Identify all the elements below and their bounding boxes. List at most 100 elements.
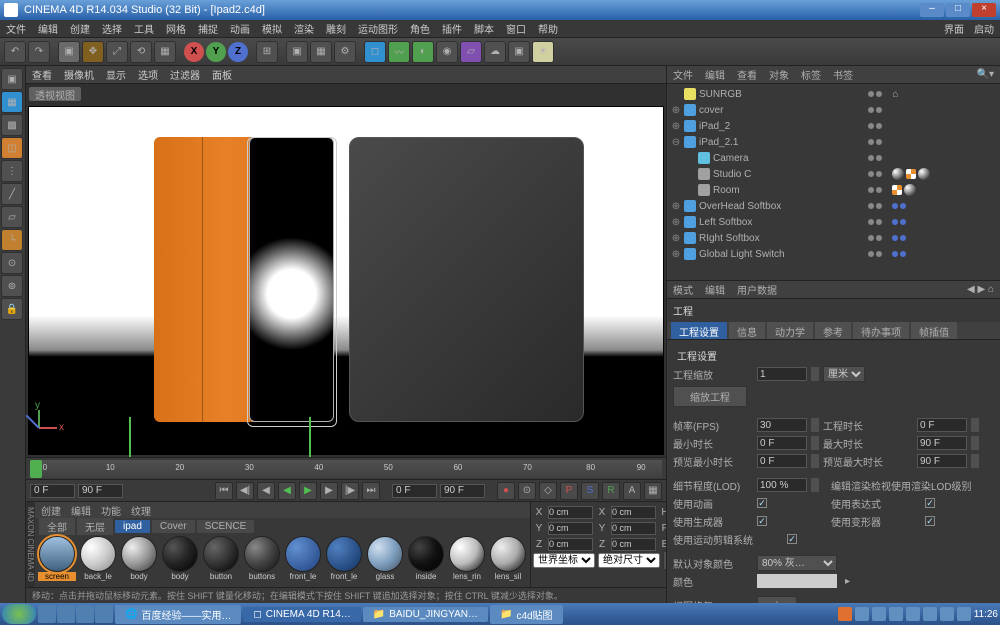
render-dot[interactable] bbox=[876, 91, 882, 97]
am-user[interactable]: 用户数据 bbox=[737, 282, 777, 297]
om-tab-tags[interactable]: 标签 bbox=[801, 67, 821, 82]
vp-filter[interactable]: 过滤器 bbox=[170, 67, 200, 82]
render-pv-button[interactable]: ▦ bbox=[310, 41, 332, 63]
lod-input[interactable] bbox=[757, 478, 807, 492]
use-def-check[interactable]: ✓ bbox=[925, 516, 935, 526]
tray-icon[interactable] bbox=[957, 607, 971, 621]
am-edit[interactable]: 编辑 bbox=[705, 282, 725, 297]
prev-frame-button[interactable]: ◀ bbox=[257, 482, 275, 500]
object-row[interactable]: Camera bbox=[671, 150, 862, 166]
render-dot[interactable] bbox=[876, 123, 882, 129]
minimize-button[interactable]: – bbox=[920, 3, 944, 17]
material-item[interactable]: screen bbox=[37, 536, 77, 585]
axis-x-toggle[interactable]: X bbox=[184, 42, 204, 62]
mat-menu-create[interactable]: 创建 bbox=[41, 503, 61, 518]
menu-select[interactable]: 选择 bbox=[102, 21, 122, 36]
environment-button[interactable]: ☁ bbox=[484, 41, 506, 63]
visibility-dot[interactable] bbox=[868, 139, 874, 145]
ql-3[interactable] bbox=[76, 605, 94, 623]
coord-y[interactable] bbox=[548, 522, 593, 535]
menu-file[interactable]: 文件 bbox=[6, 21, 26, 36]
tray-clock[interactable]: 11:26 bbox=[974, 609, 998, 620]
make-editable-button[interactable]: ▣ bbox=[1, 68, 23, 90]
object-flags[interactable] bbox=[868, 166, 998, 182]
mat-menu-edit[interactable]: 编辑 bbox=[71, 503, 91, 518]
expand-icon[interactable]: ⊕ bbox=[671, 233, 681, 244]
texture-mode-button[interactable]: ▩ bbox=[1, 114, 23, 136]
color-swatch[interactable] bbox=[757, 574, 837, 588]
lock-button[interactable]: 🔒 bbox=[1, 298, 23, 320]
object-flags[interactable] bbox=[868, 214, 998, 230]
redo-button[interactable]: ↷ bbox=[28, 41, 50, 63]
recent-tool[interactable]: ▦ bbox=[154, 41, 176, 63]
point-mode-button[interactable]: ⋮ bbox=[1, 160, 23, 182]
camera-button[interactable]: ▣ bbox=[508, 41, 530, 63]
key-scale-button[interactable]: S bbox=[581, 482, 599, 500]
om-tab-file[interactable]: 文件 bbox=[673, 67, 693, 82]
vp-display[interactable]: 显示 bbox=[106, 67, 126, 82]
primitive-cube-button[interactable]: ◻ bbox=[364, 41, 386, 63]
visibility-dot[interactable] bbox=[868, 107, 874, 113]
material-item[interactable]: buttons bbox=[242, 536, 282, 585]
project-scale-unit[interactable]: 厘米 bbox=[823, 366, 865, 382]
menu-script[interactable]: 脚本 bbox=[474, 21, 494, 36]
material-item[interactable]: lens_sil bbox=[488, 536, 528, 585]
object-flags[interactable] bbox=[868, 198, 998, 214]
next-frame-button[interactable]: ▶ bbox=[320, 482, 338, 500]
visibility-dot[interactable] bbox=[868, 235, 874, 241]
render-dot[interactable] bbox=[876, 251, 882, 257]
task-c4d[interactable]: ◻CINEMA 4D R14… bbox=[243, 607, 360, 622]
start-button[interactable] bbox=[2, 604, 36, 624]
expand-icon[interactable]: ⊕ bbox=[671, 249, 681, 260]
key-rot-button[interactable]: R bbox=[602, 482, 620, 500]
close-button[interactable]: × bbox=[972, 3, 996, 17]
layer-scence[interactable]: SCENCE bbox=[197, 520, 255, 533]
frame-start-input[interactable] bbox=[30, 484, 75, 498]
attr-tab-interp[interactable]: 帧插值 bbox=[911, 322, 957, 339]
object-row[interactable]: ⊕OverHead Softbox bbox=[671, 198, 862, 214]
attr-tab-info[interactable]: 信息 bbox=[729, 322, 765, 339]
rotate-tool[interactable]: ⟲ bbox=[130, 41, 152, 63]
attr-tab-todo[interactable]: 待办事项 bbox=[853, 322, 909, 339]
scale-project-button[interactable]: 缩放工程 bbox=[673, 386, 747, 407]
tray-icon[interactable] bbox=[906, 607, 920, 621]
om-tab-obj[interactable]: 对象 bbox=[769, 67, 789, 82]
menu-snap[interactable]: 捕捉 bbox=[198, 21, 218, 36]
object-row[interactable]: Room bbox=[671, 182, 862, 198]
object-flags[interactable]: ⌂ bbox=[868, 86, 998, 102]
layout-dropdown[interactable]: 启动 bbox=[974, 21, 994, 36]
pmin-input[interactable] bbox=[757, 454, 807, 468]
menu-window[interactable]: 窗口 bbox=[506, 21, 526, 36]
visibility-dot[interactable] bbox=[868, 187, 874, 193]
attr-tab-project[interactable]: 工程设置 bbox=[671, 322, 727, 339]
axis-mode-button[interactable]: └ bbox=[1, 229, 23, 251]
object-flags[interactable] bbox=[868, 134, 998, 150]
render-dot[interactable] bbox=[876, 155, 882, 161]
visibility-dot[interactable] bbox=[868, 91, 874, 97]
frame-cur2-input[interactable] bbox=[392, 484, 437, 498]
menu-mesh[interactable]: 网格 bbox=[166, 21, 186, 36]
render-dot[interactable] bbox=[876, 187, 882, 193]
texture-tag[interactable] bbox=[906, 169, 916, 179]
vp-options[interactable]: 选项 bbox=[138, 67, 158, 82]
object-flags[interactable] bbox=[868, 150, 998, 166]
tray-icon[interactable] bbox=[855, 607, 869, 621]
snap-toggle-button[interactable]: ⊙ bbox=[1, 252, 23, 274]
coord-sy[interactable] bbox=[611, 522, 656, 535]
spline-button[interactable]: 〰 bbox=[388, 41, 410, 63]
polygon-mode-button[interactable]: ▱ bbox=[1, 206, 23, 228]
undo-button[interactable]: ↶ bbox=[4, 41, 26, 63]
key-param-button[interactable]: A bbox=[623, 482, 641, 500]
use-anim-check[interactable]: ✓ bbox=[757, 498, 767, 508]
menu-edit[interactable]: 编辑 bbox=[38, 21, 58, 36]
object-row[interactable]: Studio C bbox=[671, 166, 862, 182]
vp-panel[interactable]: 面板 bbox=[212, 67, 232, 82]
texture-tag[interactable] bbox=[892, 185, 902, 195]
axis-z-toggle[interactable]: Z bbox=[228, 42, 248, 62]
object-flags[interactable] bbox=[868, 118, 998, 134]
timeline-ruler[interactable]: 0 10 20 30 40 50 60 70 80 90 bbox=[26, 457, 666, 479]
attr-tab-ref[interactable]: 参考 bbox=[815, 322, 851, 339]
vp-view[interactable]: 查看 bbox=[32, 67, 52, 82]
expand-icon[interactable]: ⊕ bbox=[671, 217, 681, 228]
render-view-button[interactable]: ▣ bbox=[286, 41, 308, 63]
